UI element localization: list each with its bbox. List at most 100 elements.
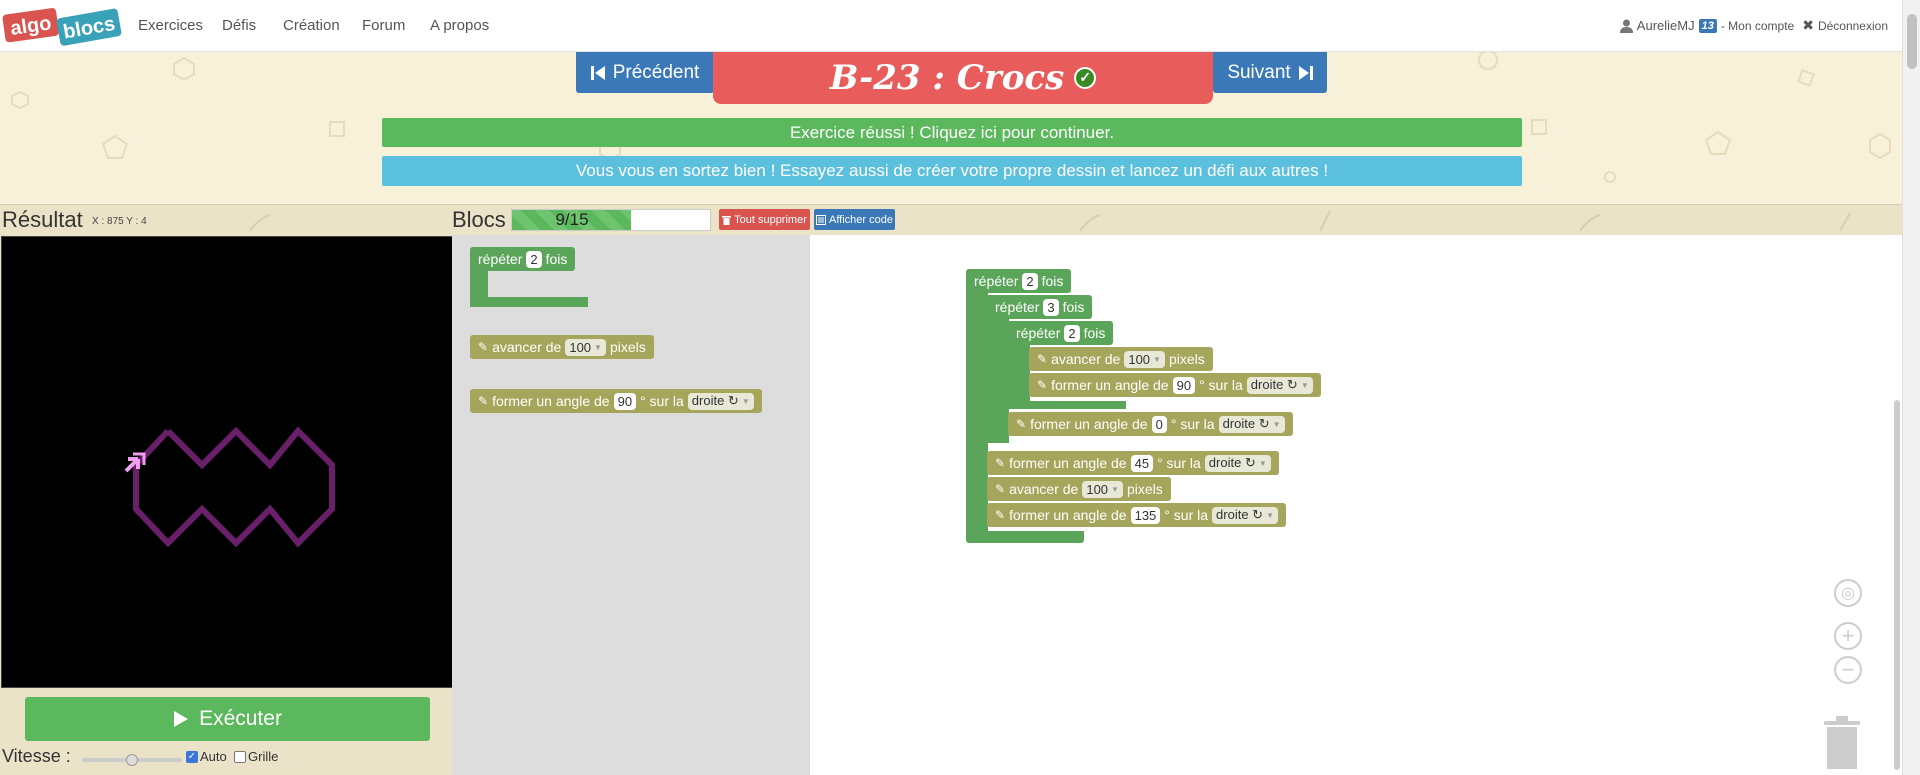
mid-repeat-block[interactable]: répéter 3 fois bbox=[987, 295, 1093, 319]
chevron-down-icon: ▼ bbox=[594, 342, 602, 352]
direction-dropdown[interactable]: droite ↻ ▼ bbox=[1246, 376, 1313, 394]
times-label: fois bbox=[1083, 325, 1106, 341]
inner-angle-value[interactable]: 90 bbox=[1172, 376, 1196, 394]
forward-b-block[interactable]: ✎ avancer de 100 ▼ pixels bbox=[987, 477, 1171, 501]
toolbox-forward-block[interactable]: ✎ avancer de 100 ▼ pixels bbox=[470, 335, 654, 359]
show-code-button[interactable]: Afficher code bbox=[814, 209, 895, 230]
inner-forward-distance[interactable]: 100 ▼ bbox=[1124, 350, 1165, 368]
forward-b-distance[interactable]: 100 ▼ bbox=[1082, 480, 1123, 498]
grid-label: Grille bbox=[248, 749, 279, 764]
blocks-toolbox: répéter 2 fois ✎ avancer de 100 ▼ pixels … bbox=[452, 235, 810, 775]
outer-repeat-count[interactable]: 2 bbox=[1022, 272, 1038, 290]
check-circle-icon: ✓ bbox=[1074, 67, 1097, 89]
pixels-label: pixels bbox=[1168, 351, 1205, 367]
trash-icon[interactable] bbox=[1822, 715, 1862, 771]
account-link[interactable]: - Mon compte bbox=[1721, 19, 1794, 33]
grid-toggle[interactable]: Grille bbox=[234, 749, 278, 764]
toolbox-repeat-block[interactable]: répéter 2 fois bbox=[470, 247, 576, 271]
inner-repeat-c-bottom bbox=[1008, 401, 1126, 409]
workspace-scrollbar[interactable] bbox=[1894, 400, 1900, 770]
speed-slider[interactable] bbox=[82, 754, 182, 766]
auto-checkbox[interactable]: ✓ bbox=[186, 750, 198, 763]
previous-label: Précédent bbox=[612, 61, 700, 83]
nav-exercices[interactable]: Exercices bbox=[138, 17, 203, 34]
previous-button[interactable]: Précédent bbox=[576, 52, 714, 93]
angle-a-value[interactable]: 45 bbox=[1130, 454, 1154, 472]
show-code-label: Afficher code bbox=[828, 213, 893, 226]
nav-apropos[interactable]: A propos bbox=[430, 17, 489, 34]
cursor-coordinates: X : 875 Y : 4 bbox=[92, 216, 147, 227]
angle-label: former un angle de bbox=[1009, 507, 1127, 523]
direction-dropdown[interactable]: droite ↻ ▼ bbox=[1218, 415, 1285, 433]
times-label: fois bbox=[1062, 299, 1085, 315]
zoom-in-icon[interactable]: + bbox=[1834, 622, 1862, 650]
direction-dropdown[interactable]: droite ↻ ▼ bbox=[1204, 454, 1271, 472]
angle-label: former un angle de bbox=[1051, 377, 1169, 393]
chevron-down-icon: ▼ bbox=[1272, 419, 1281, 429]
nav-defis[interactable]: Défis bbox=[222, 17, 256, 34]
direction-dropdown[interactable]: droite ↻ ▼ bbox=[1212, 506, 1278, 524]
inner-forward-block[interactable]: ✎ avancer de 100 ▼ pixels bbox=[1029, 347, 1213, 371]
direction-value: droite ↻ bbox=[1208, 455, 1256, 470]
pixels-label: pixels bbox=[609, 339, 646, 355]
username[interactable]: AurelieMJ bbox=[1637, 18, 1695, 33]
delete-all-button[interactable]: Tout supprimer bbox=[719, 209, 810, 230]
logout-link[interactable]: Déconnexion bbox=[1818, 19, 1888, 33]
mid-angle-value[interactable]: 0 bbox=[1151, 415, 1167, 433]
mid-angle-block[interactable]: ✎ former un angle de 0 ° sur la droite ↻… bbox=[1008, 412, 1293, 436]
blocks-progress: 9/15 bbox=[511, 209, 711, 231]
repeat-label: répéter bbox=[478, 251, 523, 267]
pencil-icon: ✎ bbox=[995, 456, 1006, 470]
toolbox-angle-block[interactable]: ✎ former un angle de 90 ° sur la droite … bbox=[470, 389, 762, 413]
outer-repeat-c-bottom bbox=[966, 531, 1084, 543]
angle-value-field[interactable]: 90 bbox=[613, 392, 637, 410]
times-label: fois bbox=[1041, 273, 1064, 289]
outer-repeat-block[interactable]: répéter 2 fois bbox=[966, 269, 1072, 293]
drawing-canvas[interactable] bbox=[1, 236, 453, 688]
run-label: Exécuter bbox=[199, 707, 282, 730]
info-banner: Vous vous en sortez bien ! Essayez aussi… bbox=[382, 156, 1522, 186]
recenter-icon[interactable]: ◎ bbox=[1834, 579, 1862, 607]
exercise-header: Précédent B-23 : Crocs ✓ Suivant Exercic… bbox=[0, 52, 1902, 205]
direction-dropdown[interactable]: droite ↻ ▼ bbox=[687, 392, 754, 410]
page-scrollbar[interactable] bbox=[1902, 0, 1920, 775]
angle-c-value[interactable]: 135 bbox=[1130, 506, 1161, 524]
forward-distance-field[interactable]: 100 ▼ bbox=[565, 338, 606, 356]
zoom-out-icon[interactable]: − bbox=[1834, 656, 1862, 684]
forward-label: avancer de bbox=[1009, 481, 1079, 497]
algoblocs-logo[interactable]: algo blocs bbox=[2, 5, 124, 49]
program-workspace[interactable]: répéter 2 fois répéter 3 fois répéter 2 … bbox=[810, 235, 1902, 775]
chevron-down-icon: ▼ bbox=[1266, 510, 1274, 520]
repeat-count-field[interactable]: 2 bbox=[526, 250, 542, 268]
grid-checkbox[interactable] bbox=[234, 750, 246, 763]
page-scrollbar-thumb[interactable] bbox=[1907, 14, 1917, 69]
inner-repeat-count[interactable]: 2 bbox=[1064, 324, 1080, 342]
next-button[interactable]: Suivant bbox=[1213, 52, 1327, 93]
play-icon bbox=[174, 711, 189, 727]
pencil-icon: ✎ bbox=[478, 394, 489, 408]
inner-angle-block[interactable]: ✎ former un angle de 90 ° sur la droite … bbox=[1029, 373, 1321, 397]
toolbox-repeat-c-bottom bbox=[470, 297, 588, 307]
repeat-label: répéter bbox=[974, 273, 1019, 289]
mid-repeat-count[interactable]: 3 bbox=[1043, 298, 1059, 316]
auto-toggle[interactable]: ✓ Auto bbox=[186, 749, 227, 764]
pencil-icon: ✎ bbox=[1037, 378, 1048, 392]
drawn-path bbox=[133, 426, 335, 548]
success-banner[interactable]: Exercice réussi ! Cliquez ici pour conti… bbox=[382, 118, 1522, 147]
trash-icon bbox=[722, 215, 732, 225]
angle-a-block[interactable]: ✎ former un angle de 45 ° sur la droite … bbox=[987, 451, 1279, 475]
code-list-icon bbox=[815, 214, 826, 225]
degrees-on-label: ° sur la bbox=[1170, 416, 1215, 432]
direction-value: droite ↻ bbox=[1250, 377, 1298, 392]
run-button[interactable]: Exécuter bbox=[25, 697, 430, 741]
nav-creation[interactable]: Création bbox=[283, 17, 340, 34]
inner-repeat-block[interactable]: répéter 2 fois bbox=[1008, 321, 1114, 345]
angle-c-block[interactable]: ✎ former un angle de 135 ° sur la droite… bbox=[987, 503, 1286, 527]
speed-slider-thumb[interactable] bbox=[126, 754, 138, 766]
nav-forum[interactable]: Forum bbox=[362, 17, 405, 34]
outer-repeat-c-body bbox=[966, 269, 988, 541]
degrees-on-label: ° sur la bbox=[1199, 377, 1243, 393]
step-forward-icon bbox=[1298, 65, 1313, 80]
chevron-down-icon: ▼ bbox=[1300, 380, 1309, 390]
next-label: Suivant bbox=[1227, 61, 1291, 83]
